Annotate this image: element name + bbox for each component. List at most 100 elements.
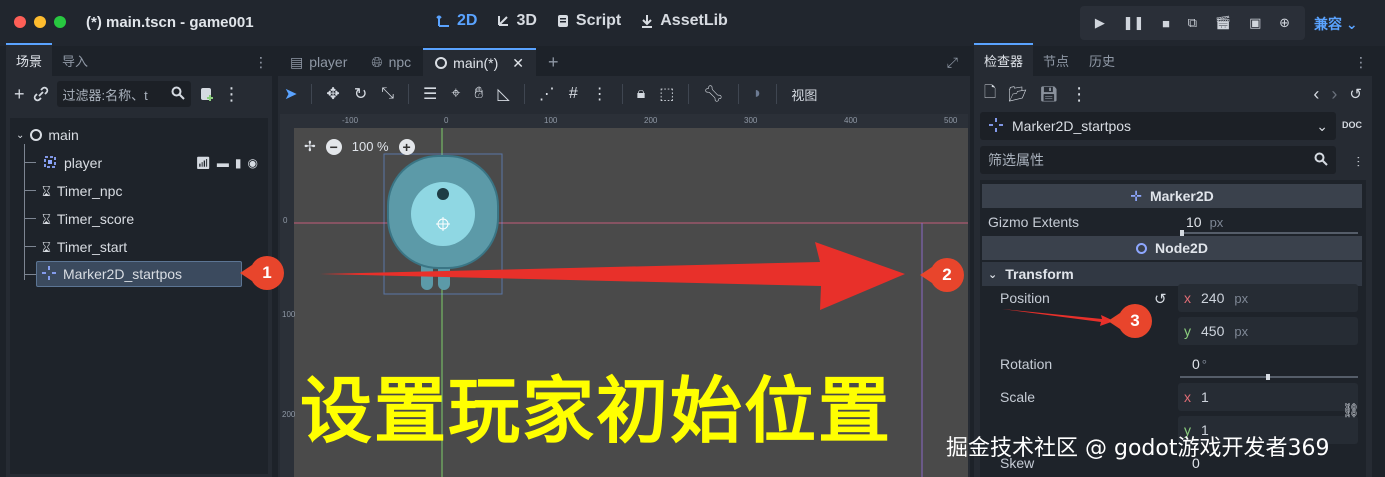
rotate-mode-icon[interactable]: ↻ [354, 84, 367, 104]
view-menu[interactable]: 视图 [791, 85, 817, 104]
zoom-out-button[interactable]: − [325, 138, 342, 155]
group-icon[interactable]: ▬ [217, 156, 229, 170]
player-node-indicators: 📶︎ ▬ ▮ ◉ [196, 156, 258, 170]
link-icon[interactable] [33, 86, 49, 102]
grid-snap-icon[interactable]: # [569, 85, 578, 103]
tab-player[interactable]: ▤ player [278, 48, 359, 76]
save-icon[interactable]: 💾︎ [1039, 85, 1058, 103]
close-tab-icon[interactable]: ✕ [512, 55, 524, 72]
node2d-circle-icon [1136, 242, 1148, 254]
gizmo-extents-field[interactable]: 10 px [1186, 214, 1223, 230]
pan-mode-icon[interactable]: ✋︎ [474, 85, 483, 103]
scale-x-field[interactable]: x 1 [1178, 383, 1358, 411]
visibility-eye-icon[interactable]: ◉ [248, 156, 258, 170]
position-x-field[interactable]: x 240 px [1178, 284, 1358, 312]
back-history-icon[interactable]: ‹ [1313, 84, 1319, 105]
move-mode-icon[interactable]: ✥ [326, 84, 339, 104]
tab-scene[interactable]: 场景 [6, 43, 53, 76]
tab-npc[interactable]: 🌐︎ npc [359, 48, 423, 76]
timer-icon: ⌛︎ [42, 182, 51, 199]
marker2d-icon: ✛ [1130, 187, 1142, 204]
gizmo-extents-label: Gizmo Extents [988, 214, 1080, 230]
dock-menu-icon[interactable]: ⋮ [254, 54, 268, 71]
group-selected-icon[interactable]: ⬚ [659, 84, 674, 104]
dock-menu-icon[interactable]: ⋮ [1354, 54, 1368, 71]
mode-3d-tab[interactable]: 3D [495, 12, 537, 30]
zoom-window-button[interactable] [54, 16, 66, 28]
watermark: 掘金技术社区 @ godot游戏开发者369 [946, 436, 1330, 461]
inspected-node-select[interactable]: Marker2D_startpos ⌄ [980, 112, 1336, 140]
snap-options-icon[interactable]: ⋮ [592, 84, 608, 104]
chevron-down-icon[interactable]: ⌄ [16, 130, 24, 141]
scene-filter-input[interactable]: 过滤器:名称、t [56, 81, 191, 107]
open-docs-icon[interactable]: DOC [1342, 120, 1362, 130]
tab-history[interactable]: 历史 [1079, 45, 1125, 76]
camera-override-icon[interactable]: ◗ [753, 85, 763, 103]
property-filter-input[interactable]: 筛选属性 [980, 146, 1336, 174]
link-scale-icon[interactable]: ⛓︎ [1342, 402, 1360, 419]
distraction-free-icon[interactable]: ⤢ [935, 48, 970, 76]
tab-node[interactable]: 节点 [1033, 45, 1079, 76]
remote-debug-icon[interactable]: ⧉ [1188, 15, 1197, 31]
renderer-select[interactable]: 兼容 ⌄ [1314, 14, 1358, 34]
step-badge-2: 2 [920, 258, 964, 292]
select-mode-icon[interactable]: ➤ [284, 84, 297, 104]
tab-import[interactable]: 导入 [52, 45, 98, 76]
movie-maker-icon[interactable]: ⊕ [1279, 15, 1290, 31]
chevron-down-icon: ⌄ [1316, 117, 1328, 134]
center-view-icon[interactable]: ✢ [304, 138, 316, 155]
stop-icon[interactable]: ■ [1162, 16, 1170, 31]
filter-settings-icon[interactable]: ⫶ [1357, 154, 1361, 171]
minimize-window-button[interactable] [34, 16, 46, 28]
mode-script-tab[interactable]: Script [555, 12, 621, 30]
revert-icon[interactable]: ↺ [1154, 290, 1167, 308]
position-y-field[interactable]: y 450 px [1178, 317, 1358, 345]
tree-item-player[interactable]: player 📶︎ ▬ ▮ ◉ [42, 150, 264, 176]
window-title: (*) main.tscn - game001 [86, 14, 254, 31]
marker2d-icon [41, 265, 57, 284]
tree-item-timer-score[interactable]: ⌛︎ Timer_score [42, 206, 134, 232]
forward-history-icon[interactable]: › [1331, 84, 1337, 105]
pivot-mode-icon[interactable]: ⌖ [451, 85, 460, 103]
zoom-in-button[interactable]: + [398, 138, 415, 155]
more-options-icon[interactable]: ⋮ [1070, 84, 1088, 105]
mode-assetlib-tab[interactable]: AssetLib [639, 12, 728, 30]
2d-viewport[interactable]: -100 0 100 200 300 400 500 0 100 200 ✢ −… [280, 114, 968, 477]
skeleton-bone-icon[interactable]: 🦴︎ [703, 84, 723, 104]
object-history-icon[interactable]: ↺ [1349, 85, 1362, 103]
close-window-button[interactable] [14, 16, 26, 28]
rotation-field[interactable]: 0 ° [1192, 356, 1207, 372]
section-transform[interactable]: ⌄ Transform [982, 262, 1362, 286]
scale-mode-icon[interactable]: ⤡ [381, 85, 394, 103]
tree-connector [24, 144, 25, 280]
tree-item-timer-npc[interactable]: ⌛︎ Timer_npc [42, 178, 122, 204]
tab-inspector[interactable]: 检查器 [974, 43, 1034, 76]
main-screen-tabs: 2D 3D Script AssetLib [436, 12, 728, 30]
zoom-level[interactable]: 100 % [352, 139, 389, 154]
canvas-editor: ▤ player 🌐︎ npc main(*) ✕ + ⤢ ➤ ✥ ↻ ⤡ ☰ … [278, 48, 970, 477]
play-scene-icon[interactable]: 🎬︎ [1215, 15, 1232, 31]
tab-main[interactable]: main(*) ✕ [423, 48, 537, 76]
tree-item-marker2d-startpos[interactable]: Marker2D_startpos [36, 261, 242, 287]
mode-2d-tab[interactable]: 2D [436, 12, 477, 30]
tree-item-main[interactable]: ⌄ main [16, 122, 79, 148]
signal-icon[interactable]: 📶︎ [196, 156, 211, 170]
instance-scene-icon[interactable] [199, 86, 215, 102]
new-resource-icon[interactable]: 🗋︎ [984, 82, 996, 107]
add-node-icon[interactable]: + [14, 84, 25, 105]
play-icon[interactable]: ▶ [1095, 15, 1105, 31]
more-options-icon[interactable]: ⋮ [223, 84, 241, 105]
scene-tabs: ▤ player 🌐︎ npc main(*) ✕ + ⤢ [278, 48, 970, 76]
add-scene-tab-button[interactable]: + [536, 48, 571, 76]
pause-icon[interactable]: ❚❚ [1123, 15, 1145, 31]
script-icon[interactable]: ▮ [235, 156, 242, 170]
tree-item-timer-start[interactable]: ⌛︎ Timer_start [42, 234, 127, 260]
viewport-toolbar: ➤ ✥ ↻ ⤡ ☰ ⌖ ✋︎ ◺ ⋰ # ⋮ 🔒︎ ⬚ 🦴︎ ◗ 视图 [278, 76, 970, 112]
smart-snap-icon[interactable]: ⋰ [539, 84, 555, 104]
ruler-mode-icon[interactable]: ◺ [498, 84, 510, 104]
open-folder-icon[interactable]: 📂︎ [1008, 85, 1027, 103]
play-custom-scene-icon[interactable]: ▣ [1249, 15, 1261, 31]
step-badge-3: 3 [1108, 304, 1152, 338]
list-select-icon[interactable]: ☰ [423, 84, 437, 104]
lock-icon[interactable]: 🔒︎ [637, 85, 646, 103]
